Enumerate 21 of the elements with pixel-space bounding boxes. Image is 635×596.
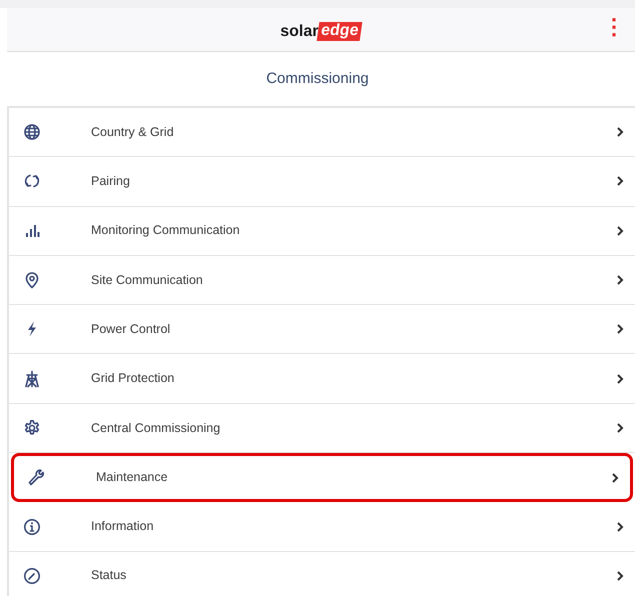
chevron-right-icon (615, 126, 625, 138)
power-tower-icon (23, 370, 41, 388)
page-title: Commissioning (266, 68, 369, 89)
chevron-right-icon (610, 472, 620, 484)
info-icon (23, 518, 41, 536)
location-pin-icon (23, 271, 41, 290)
chevron-right-icon (615, 520, 625, 533)
chevron-right-icon (615, 323, 625, 336)
gauge-icon (23, 566, 41, 585)
chevron-right-icon (615, 422, 625, 434)
wrench-icon (28, 468, 46, 487)
chevron-right-icon (615, 175, 625, 188)
chevron-right-icon (615, 372, 625, 385)
chevron-right-icon (615, 224, 625, 237)
chevron-right-icon (615, 570, 625, 582)
chevron-right-icon (615, 274, 625, 286)
refresh-icon (23, 172, 41, 190)
menu-item[interactable]: Maintenance (11, 453, 633, 502)
globe-icon (23, 123, 41, 142)
logo: solaredge (280, 8, 362, 51)
gear-icon (23, 418, 41, 437)
